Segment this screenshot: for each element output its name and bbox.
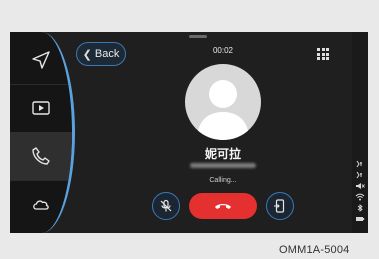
back-label: Back (94, 48, 120, 60)
phone-transfer-icon (274, 199, 285, 213)
microphone-mute-icon (160, 199, 172, 212)
volume-mute-icon (356, 183, 365, 189)
chevron-left-icon: ❮ (82, 48, 92, 61)
head-unit-screen: ❮ Back 00:02 妮可拉 Calling... (10, 32, 368, 233)
back-button[interactable]: ❮ Back (76, 42, 126, 66)
hang-up-icon (215, 204, 231, 209)
navigation-icon (32, 51, 50, 69)
bluetooth-icon (357, 204, 363, 212)
wifi-icon (355, 193, 365, 201)
signal-icon (356, 171, 362, 179)
keypad-icon[interactable] (317, 48, 329, 60)
call-panel: ❮ Back 00:02 妮可拉 Calling... (72, 32, 352, 233)
status-bar (352, 32, 368, 233)
end-call-button[interactable] (189, 193, 257, 219)
sidebar-item-phone[interactable] (10, 132, 72, 181)
sidebar-item-navigation[interactable] (10, 36, 72, 85)
contact-name: 妮可拉 (204, 147, 241, 161)
cloud-icon (33, 200, 49, 210)
call-timer: 00:02 (212, 46, 234, 55)
media-icon (32, 101, 50, 115)
signal-icon (356, 160, 362, 168)
phone-icon (32, 147, 50, 165)
drag-handle[interactable] (189, 35, 207, 38)
sidebar-item-media[interactable] (10, 84, 72, 133)
transfer-to-phone-button[interactable] (266, 192, 294, 220)
phone-number-redacted (190, 163, 256, 168)
mute-button[interactable] (152, 192, 180, 220)
sidebar (10, 32, 75, 233)
call-status: Calling... (209, 177, 237, 184)
sidebar-item-cloud[interactable] (10, 180, 72, 228)
battery-icon (356, 217, 365, 221)
figure-code: OMM1A-5004 (279, 244, 350, 256)
avatar (185, 64, 261, 140)
person-silhouette-icon (197, 80, 249, 140)
